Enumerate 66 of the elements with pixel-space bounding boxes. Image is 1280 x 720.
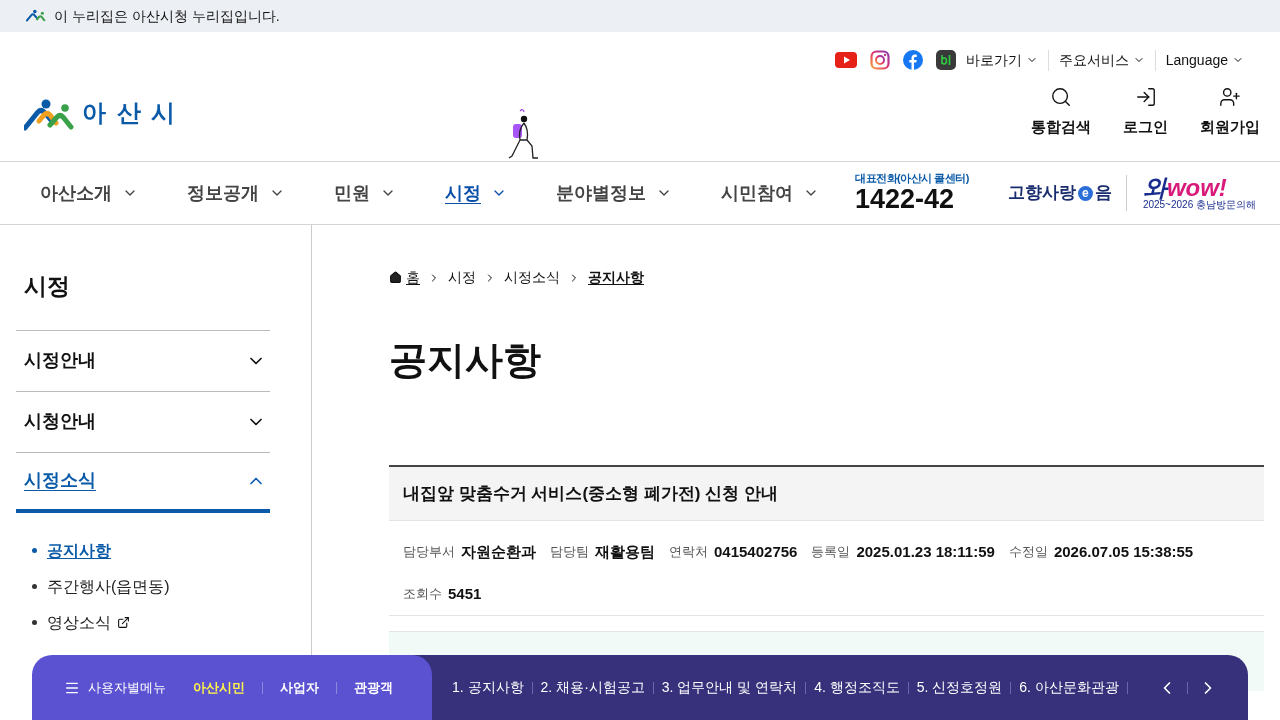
nav-menu-item[interactable]: 정보공개: [187, 179, 285, 207]
camera-icon[interactable]: [869, 50, 890, 70]
logo-icon: [24, 99, 74, 131]
meta-label: 등록일: [811, 543, 851, 562]
notice-text: 이 누리집은 아산시청 누리집입니다.: [54, 6, 280, 26]
meta-value: 2025.01.23 18:11:59: [856, 541, 995, 562]
meta-value: 재활용팀: [595, 541, 655, 562]
sidebar-link[interactable]: 공지사항: [47, 538, 111, 563]
login-icon: [1134, 86, 1157, 108]
meta-label: 담당부서: [403, 543, 455, 562]
sidebar-link[interactable]: 영상소식: [47, 610, 111, 635]
nav-menu-item[interactable]: 시정: [445, 179, 507, 207]
quick-link[interactable]: 5. 신정호정원: [916, 677, 1003, 698]
nav-menu-item[interactable]: 분야별정보: [556, 179, 672, 207]
user-menu-button[interactable]: 사용자별메뉴: [64, 655, 166, 720]
nav-menu-item[interactable]: 아산소개: [40, 179, 138, 207]
header-action-button[interactable]: 통합검색: [1031, 86, 1091, 139]
quick-link[interactable]: 6. 아산문화관광: [1019, 677, 1119, 698]
quick-link[interactable]: 4. 행정조직도: [814, 677, 900, 698]
meta-label: 연락처: [669, 543, 708, 562]
hometown-donation-banner[interactable]: 고향사랑 e 음: [1007, 175, 1127, 211]
search-icon: [1050, 86, 1072, 108]
home-icon: [389, 271, 402, 284]
dropdown-link[interactable]: 바로가기: [965, 49, 1038, 71]
sidebar-group[interactable]: 시정안내: [16, 329, 270, 391]
bullet-icon: [32, 620, 37, 625]
post-title: 내집앞 맞춤수거 서비스(중소형 폐가전) 신청 안내: [389, 467, 1264, 521]
sidebar-group[interactable]: 시정소식: [16, 451, 270, 513]
dropdown-link[interactable]: 주요서비스: [1058, 49, 1145, 71]
breadcrumb-current[interactable]: 공지사항: [588, 267, 644, 288]
user-type-tab[interactable]: 사업자: [273, 655, 326, 720]
dropdown-link[interactable]: Language: [1165, 49, 1244, 71]
breadcrumb-link[interactable]: 시정소식: [504, 267, 560, 288]
phone-number: 1422-42: [855, 186, 956, 213]
sidebar-group[interactable]: 시청안내: [16, 390, 270, 452]
video-play-icon[interactable]: [834, 52, 857, 68]
quick-link[interactable]: 3. 업무안내 및 연락처: [661, 677, 798, 698]
meta-value: 자원순환과: [461, 541, 536, 562]
blog-icon[interactable]: [935, 50, 956, 70]
bullet-icon: [32, 584, 37, 589]
breadcrumb-home-link[interactable]: 홈: [389, 267, 420, 288]
facebook-icon[interactable]: [902, 50, 923, 70]
logo-icon: [26, 9, 46, 23]
meta-value: 2026.07.05 15:38:55: [1053, 541, 1194, 562]
page-title: 공지사항: [389, 338, 542, 383]
bullet-icon: [32, 548, 37, 553]
meta-value: 0415402756: [714, 541, 798, 562]
logo-text[interactable]: 아 산 시: [82, 95, 178, 131]
meta-value: 5451: [448, 583, 482, 604]
sidebar-title: 시정: [23, 272, 71, 301]
breadcrumb-link[interactable]: 시정: [448, 267, 476, 288]
nav-menu-item[interactable]: 시민참여: [721, 179, 819, 207]
meta-label: 조회수: [403, 585, 442, 604]
header-action-button[interactable]: 로그인: [1123, 86, 1168, 139]
visit-year-banner[interactable]: 와wow! 2025~2026 충남방문의해: [1126, 176, 1256, 210]
user-type-tab[interactable]: 관광객: [347, 655, 400, 720]
quick-link[interactable]: 2. 채용·시험공고: [540, 677, 645, 698]
user-type-tab[interactable]: 아산시민: [186, 655, 252, 720]
meta-label: 담당팀: [550, 543, 589, 562]
user-plus-icon: [1219, 86, 1241, 108]
nav-menu-item[interactable]: 민원: [334, 179, 396, 207]
phone-caption: 대표전화(아산시 콜센터): [855, 173, 969, 184]
quick-link[interactable]: 1. 공지사항: [452, 677, 524, 698]
sidebar-link[interactable]: 주간행사(읍면동): [47, 574, 170, 599]
meta-label: 수정일: [1008, 543, 1048, 562]
header-action-button[interactable]: 회원가입: [1200, 86, 1260, 139]
